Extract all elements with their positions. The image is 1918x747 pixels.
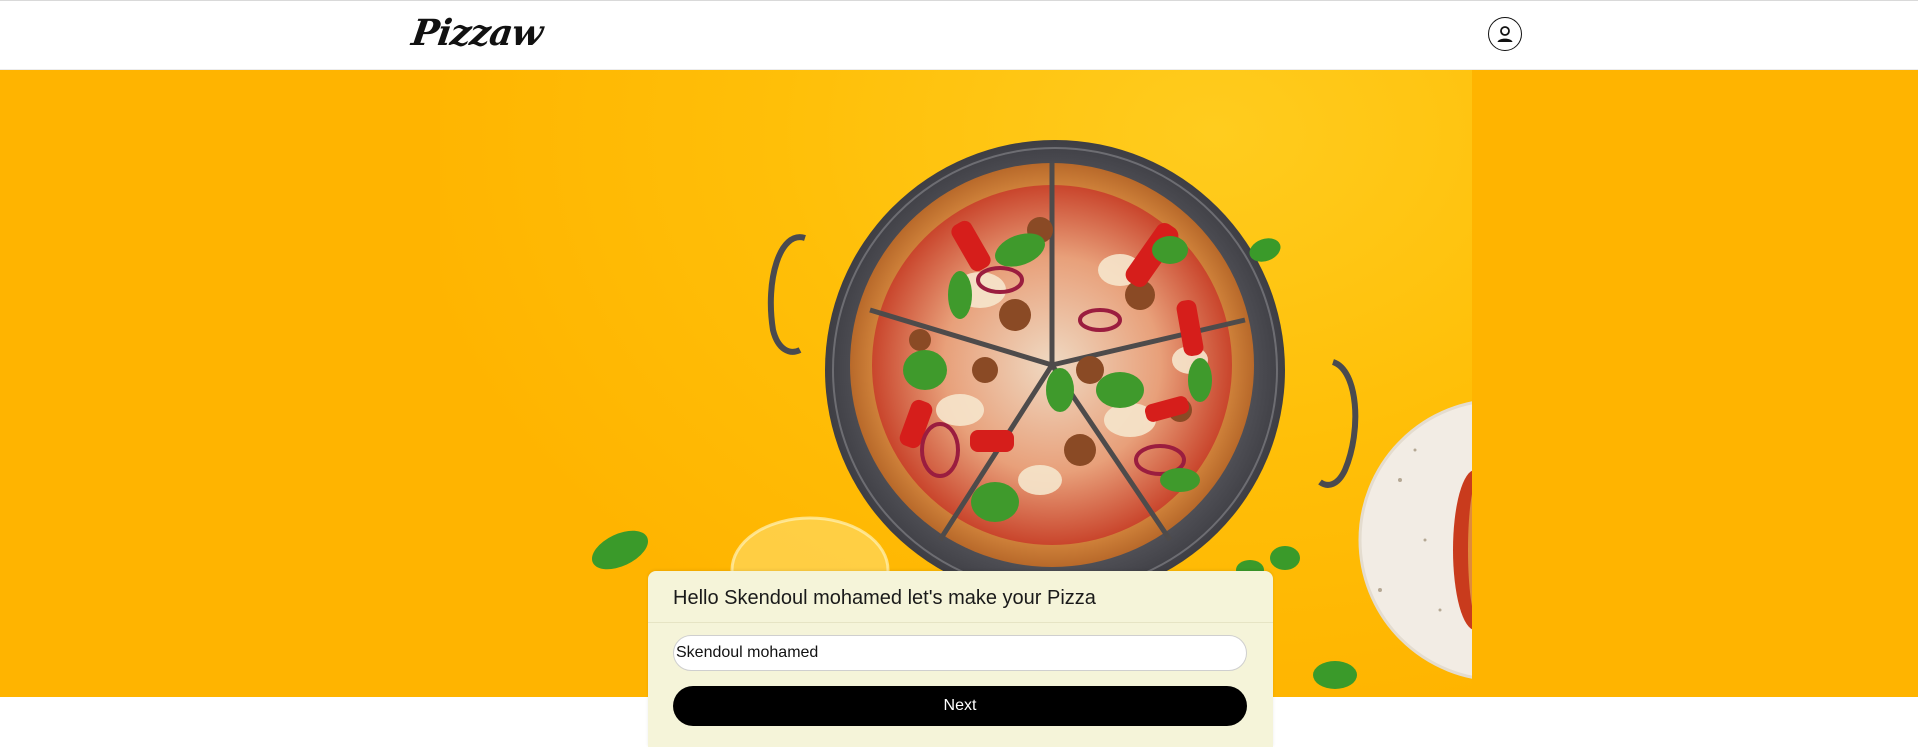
pizza-builder-card: Hello Skendoul mohamed let's make your P… (648, 571, 1273, 747)
user-circle-icon (1497, 26, 1513, 42)
brand-logo[interactable]: Pizzaw (409, 12, 545, 54)
greeting-title: Hello Skendoul mohamed let's make your P… (673, 587, 1096, 609)
top-navbar: Pizzaw (0, 0, 1918, 70)
next-button[interactable]: Next (673, 686, 1247, 726)
name-input[interactable] (673, 635, 1247, 671)
card-divider (648, 622, 1273, 623)
account-button[interactable] (1488, 17, 1522, 51)
